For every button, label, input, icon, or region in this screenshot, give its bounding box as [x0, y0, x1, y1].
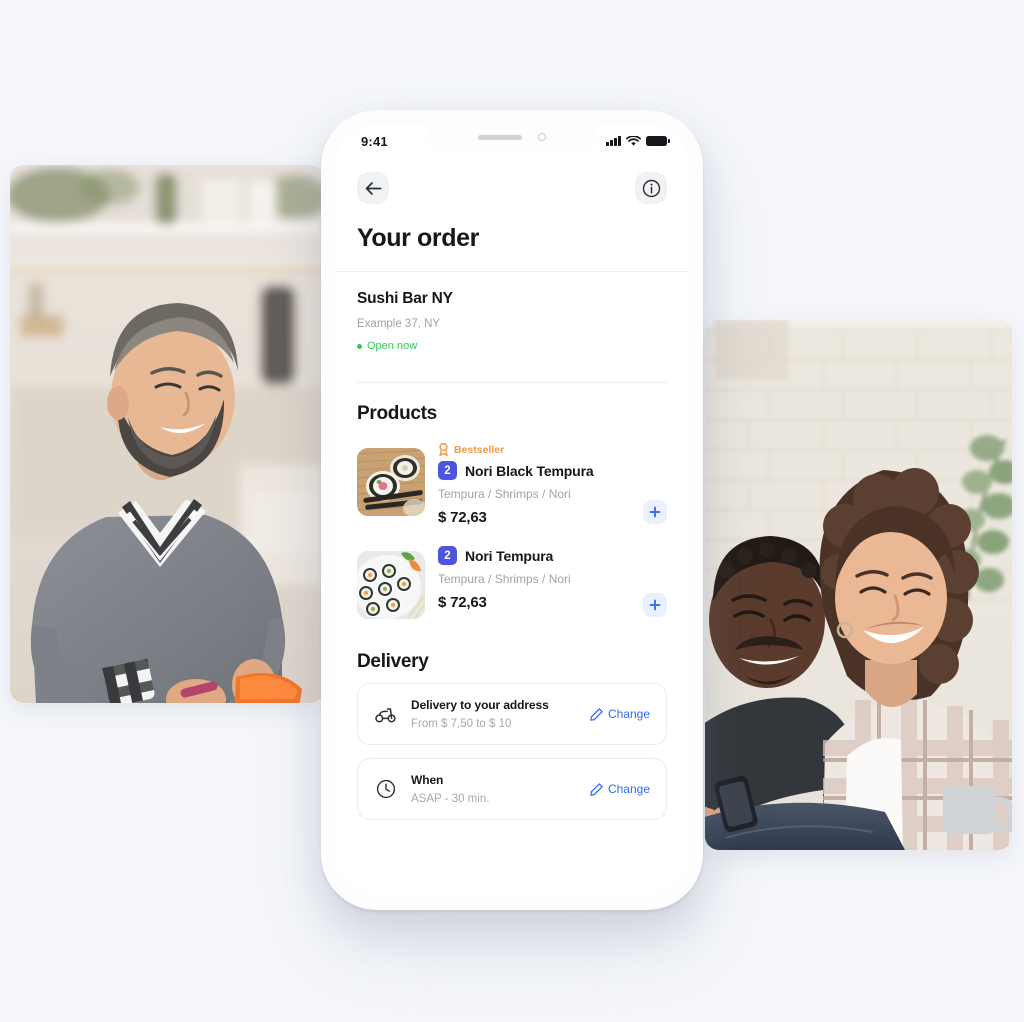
plus-icon [649, 506, 661, 518]
product-thumbnail [357, 551, 425, 619]
top-navigation [335, 158, 689, 204]
status-badge: Open now [357, 340, 667, 352]
change-address-button[interactable]: Change [590, 707, 650, 721]
arrow-left-icon [365, 181, 381, 195]
photo-couple [705, 320, 1012, 850]
clock-icon [374, 777, 398, 801]
battery-icon [646, 135, 670, 147]
product-description: Tempura / Shrimps / Nori [438, 572, 571, 586]
info-circle-icon [642, 179, 660, 197]
delivery-address-title: Delivery to your address [411, 698, 549, 712]
bestseller-badge: Bestseller [438, 443, 667, 456]
change-time-button[interactable]: Change [590, 782, 650, 796]
delivery-time-subtitle: ASAP - 30 min. [411, 793, 490, 805]
pencil-edit-icon [590, 782, 603, 796]
phone-screen: 9:41 Your order Sushi Bar NY Example 37,… [335, 124, 689, 896]
scene: 9:41 Your order Sushi Bar NY Example 37,… [0, 0, 1024, 1022]
photo-chef [10, 165, 324, 703]
product-name: Nori Tempura [465, 547, 554, 564]
change-address-label: Change [607, 707, 650, 721]
delivery-address-subtitle: From $ 7,50 to $ 10 [411, 718, 512, 730]
delivery-time-body: When ASAP - 30 min. [411, 773, 577, 805]
restaurant-name: Sushi Bar NY [357, 290, 453, 307]
add-product-button[interactable] [643, 500, 667, 524]
delivery-time-title: When [411, 773, 444, 787]
wifi-icon [626, 135, 641, 146]
scooter-icon [374, 702, 398, 726]
product-quantity: 2 [438, 546, 457, 565]
product-quantity: 2 [438, 461, 457, 480]
status-icons [606, 135, 670, 147]
back-button[interactable] [357, 172, 389, 204]
product-description: Tempura / Shrimps / Nori [438, 487, 571, 501]
photo-chef-image [10, 165, 324, 703]
product-thumbnail [357, 448, 425, 516]
delivery-heading: Delivery [357, 651, 429, 672]
bestseller-label: Bestseller [454, 443, 505, 456]
maki-rolls-on-white-plate-image [357, 551, 425, 619]
photo-couple-image [705, 320, 1012, 850]
status-time: 9:41 [361, 133, 388, 149]
info-button[interactable] [635, 172, 667, 204]
product-price: $ 72,63 [438, 509, 487, 526]
product-name: Nori Black Tempura [465, 462, 594, 479]
status-dot-icon [357, 343, 362, 349]
pencil-edit-icon [590, 707, 603, 721]
product-name-line: 2 Nori Tempura [438, 546, 667, 565]
restaurant-info[interactable]: Sushi Bar NY Example 37, NY Open now [335, 272, 689, 368]
product-price: $ 72,63 [438, 594, 487, 611]
phone-mockup: 9:41 Your order Sushi Bar NY Example 37,… [321, 110, 703, 910]
scooter-icon-glyph [375, 708, 396, 723]
add-product-button[interactable] [643, 593, 667, 617]
delivery-address-body: Delivery to your address From $ 7,50 to … [411, 698, 577, 730]
screen-content: Your order Sushi Bar NY Example 37, NY O… [335, 158, 689, 896]
products-heading: Products [357, 403, 437, 424]
status-badge-label: Open now [367, 340, 418, 352]
cellular-signal-icon [606, 136, 621, 146]
product-name-line: 2 Nori Black Tempura [438, 461, 667, 480]
change-time-label: Change [607, 782, 650, 796]
sushi-rolls-on-wooden-board-image [357, 448, 425, 516]
restaurant-address: Example 37, NY [357, 318, 441, 330]
product-row[interactable]: 2 Nori Tempura Tempura / Shrimps / Nori … [335, 538, 689, 631]
product-details: Bestseller 2 Nori Black Tempura Tempura … [438, 442, 667, 526]
product-details: 2 Nori Tempura Tempura / Shrimps / Nori … [438, 545, 667, 611]
delivery-address-card[interactable]: Delivery to your address From $ 7,50 to … [357, 683, 667, 745]
status-bar: 9:41 [335, 124, 689, 158]
award-medal-icon [439, 443, 448, 456]
delivery-time-card[interactable]: When ASAP - 30 min. Change [357, 758, 667, 820]
clock-icon-glyph [376, 779, 396, 799]
plus-icon [649, 599, 661, 611]
product-row[interactable]: Bestseller 2 Nori Black Tempura Tempura … [335, 435, 689, 538]
page-title: Your order [357, 224, 479, 252]
